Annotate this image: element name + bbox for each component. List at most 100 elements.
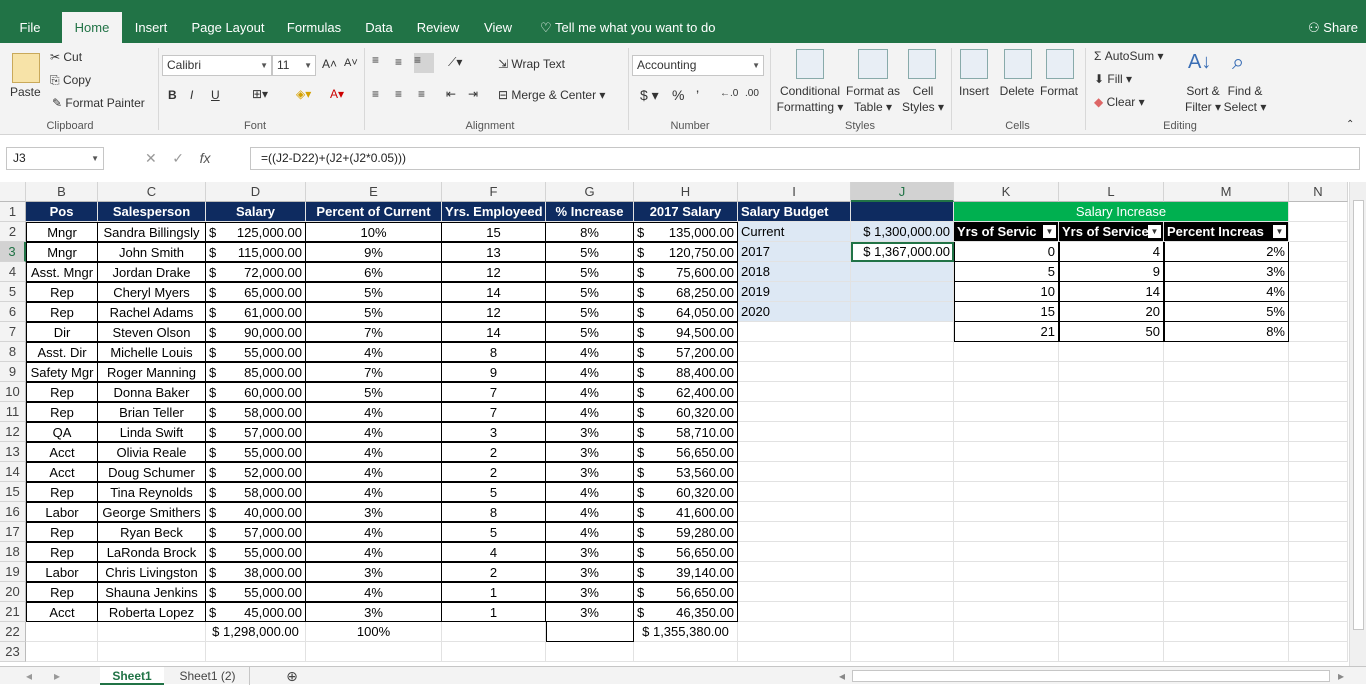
active-cell-j3[interactable]: $ 1,367,000.00 [851, 242, 954, 262]
salary-2017-cell[interactable]: $62,400.00 [634, 382, 738, 402]
increase-value-cell[interactable]: 5 [954, 262, 1059, 282]
years-employed-cell[interactable]: 4 [442, 542, 546, 562]
share-button[interactable]: ⚇ Share [1308, 12, 1358, 43]
cell[interactable] [851, 562, 954, 582]
cell[interactable] [738, 482, 851, 502]
row-header-20[interactable]: 20 [0, 582, 26, 602]
years-employed-cell[interactable]: 14 [442, 322, 546, 342]
cell[interactable] [1289, 582, 1348, 602]
align-right-icon[interactable]: ≡ [418, 87, 425, 101]
cell[interactable] [1289, 242, 1348, 262]
pos-cell[interactable]: Rep [26, 382, 98, 402]
percent-of-current-cell[interactable]: 4% [306, 342, 442, 362]
cell[interactable] [1059, 442, 1164, 462]
number-format-select[interactable]: Accounting ▼ [632, 55, 764, 76]
cell[interactable] [1164, 582, 1289, 602]
pos-cell[interactable]: QA [26, 422, 98, 442]
percent-of-current-cell[interactable]: 4% [306, 582, 442, 602]
percent-increase-cell[interactable]: 4% [546, 522, 634, 542]
cell[interactable] [954, 422, 1059, 442]
salary-cell[interactable]: $55,000.00 [206, 582, 306, 602]
salary-2017-cell[interactable]: $120,750.00 [634, 242, 738, 262]
pos-cell[interactable]: Rep [26, 522, 98, 542]
grow-font-button[interactable]: A˄ [322, 57, 337, 71]
column-header-b[interactable]: B [26, 182, 98, 202]
percent-of-current-cell[interactable]: 4% [306, 442, 442, 462]
cut-button[interactable]: ✂ Cut [50, 50, 82, 64]
pos-cell[interactable]: Rep [26, 282, 98, 302]
salesperson-cell[interactable]: Ryan Beck [98, 522, 206, 542]
cell[interactable] [738, 602, 851, 622]
column-title-cell[interactable]: % Increase [546, 202, 634, 222]
salesperson-cell[interactable]: Jordan Drake [98, 262, 206, 282]
cell[interactable] [954, 602, 1059, 622]
cell[interactable] [1164, 522, 1289, 542]
increase-header-cell[interactable]: Yrs of Servic ▼ [954, 222, 1059, 242]
cell[interactable] [954, 402, 1059, 422]
cell[interactable] [851, 322, 954, 342]
cell[interactable] [738, 442, 851, 462]
copy-button[interactable]: ⎘ Copy [50, 73, 91, 88]
cell[interactable] [954, 522, 1059, 542]
cell[interactable] [1164, 482, 1289, 502]
cell[interactable] [851, 362, 954, 382]
cell[interactable] [1059, 482, 1164, 502]
tab-formulas[interactable]: Formulas [280, 12, 348, 43]
format-as-table-icon[interactable] [858, 49, 888, 79]
cell[interactable] [851, 442, 954, 462]
cell[interactable] [851, 602, 954, 622]
cell[interactable] [1289, 542, 1348, 562]
cell[interactable] [1059, 502, 1164, 522]
cell[interactable] [1059, 462, 1164, 482]
cell[interactable] [851, 482, 954, 502]
cell[interactable] [1059, 582, 1164, 602]
cell[interactable] [738, 342, 851, 362]
salesperson-cell[interactable]: Tina Reynolds [98, 482, 206, 502]
format-as-table-button[interactable]: Format as Table ▾ [844, 83, 902, 115]
paste-icon[interactable] [12, 53, 40, 83]
percent-increase-cell[interactable]: 8% [546, 222, 634, 242]
cell[interactable] [1289, 562, 1348, 582]
cell[interactable] [954, 382, 1059, 402]
salary-2017-cell[interactable]: $56,650.00 [634, 442, 738, 462]
align-center-icon[interactable]: ≡ [395, 87, 402, 101]
cell[interactable] [306, 642, 442, 662]
cell[interactable] [738, 362, 851, 382]
years-employed-cell[interactable]: 7 [442, 382, 546, 402]
salesperson-cell[interactable]: Rachel Adams [98, 302, 206, 322]
percent-increase-cell[interactable]: 4% [546, 382, 634, 402]
row-header-17[interactable]: 17 [0, 522, 26, 542]
format-painter-button[interactable]: ✎ Format Painter [52, 96, 145, 110]
wrap-text-button[interactable]: ⇲ Wrap Text [498, 57, 565, 71]
pos-cell[interactable]: Mngr [26, 222, 98, 242]
cell[interactable] [1059, 382, 1164, 402]
salary-2017-cell[interactable]: $94,500.00 [634, 322, 738, 342]
sort-filter-icon[interactable]: A↓ [1188, 51, 1211, 74]
cell[interactable] [738, 622, 851, 642]
cell[interactable] [1164, 622, 1289, 642]
budget-value-cell[interactable] [851, 282, 954, 302]
decrease-decimal-icon[interactable]: .00 [745, 88, 759, 99]
cell[interactable] [1164, 342, 1289, 362]
percent-increase-cell[interactable]: 3% [546, 602, 634, 622]
cell[interactable] [851, 622, 954, 642]
cell[interactable] [1059, 522, 1164, 542]
salesperson-cell[interactable]: Shauna Jenkins [98, 582, 206, 602]
cell[interactable] [1289, 622, 1348, 642]
increase-value-cell[interactable]: 2% [1164, 242, 1289, 262]
increase-value-cell[interactable]: 14 [1059, 282, 1164, 302]
increase-decimal-icon[interactable]: ←.0 [720, 88, 738, 99]
salary-cell[interactable]: $90,000.00 [206, 322, 306, 342]
cell[interactable] [1059, 362, 1164, 382]
percent-increase-cell[interactable]: 4% [546, 362, 634, 382]
salary-cell[interactable]: $115,000.00 [206, 242, 306, 262]
cell[interactable] [851, 642, 954, 662]
filter-dropdown-icon[interactable]: ▼ [1148, 225, 1161, 238]
percent-of-current-cell[interactable]: 7% [306, 362, 442, 382]
budget-title-fill-cell[interactable] [851, 202, 954, 222]
years-employed-cell[interactable]: 2 [442, 562, 546, 582]
cell[interactable] [1289, 602, 1348, 622]
cell[interactable] [1059, 642, 1164, 662]
salary-cell[interactable]: $55,000.00 [206, 342, 306, 362]
salesperson-cell[interactable]: Cheryl Myers [98, 282, 206, 302]
